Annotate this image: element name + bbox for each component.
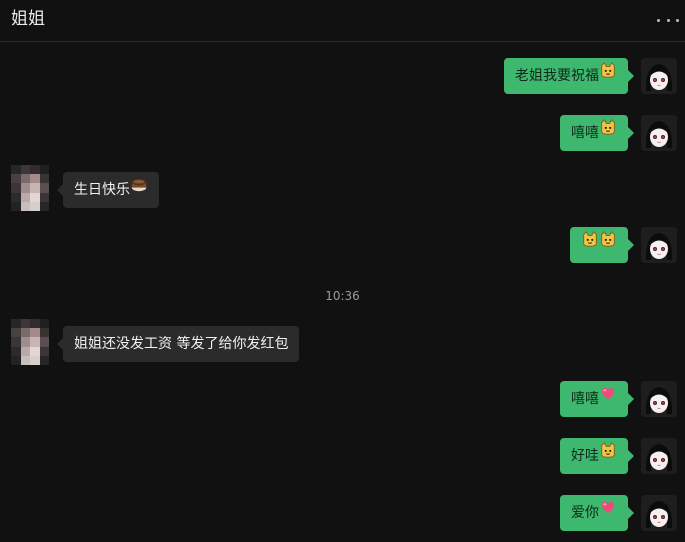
message-text: 生日快乐 bbox=[74, 182, 130, 198]
cat-face-icon bbox=[599, 437, 617, 473]
message-text: 爱你 bbox=[571, 505, 599, 521]
self-avatar[interactable] bbox=[641, 438, 677, 474]
cat-face-icon bbox=[599, 114, 617, 150]
message-timestamp: 10:36 bbox=[325, 289, 360, 303]
message-text: 嘻嘻 bbox=[571, 125, 599, 141]
heart-icon bbox=[599, 494, 617, 530]
more-dots-icon[interactable] bbox=[657, 12, 679, 28]
message-bubble[interactable]: 爱你 bbox=[560, 494, 634, 531]
chat-window: 姐姐 老姐我要祝福 嘻嘻 生日快乐 10:36 姐姐还没发工资 等发了给你发红包… bbox=[0, 0, 685, 542]
message-bubble[interactable]: 嘻嘻 bbox=[560, 114, 634, 151]
cat-face-icon bbox=[599, 57, 617, 93]
message-bubble[interactable]: 姐姐还没发工资 等发了给你发红包 bbox=[56, 326, 300, 362]
message-bubble[interactable] bbox=[570, 226, 634, 263]
message-text: 嘻嘻 bbox=[571, 391, 599, 407]
message-text: 好哇 bbox=[571, 448, 599, 464]
message-bubble[interactable]: 好哇 bbox=[560, 437, 634, 474]
chat-header: 姐姐 bbox=[0, 0, 685, 42]
peer-avatar[interactable] bbox=[11, 165, 49, 211]
message-bubble[interactable]: 老姐我要祝福 bbox=[504, 57, 634, 94]
peer-avatar[interactable] bbox=[11, 319, 49, 365]
self-avatar[interactable] bbox=[641, 58, 677, 94]
message-text: 老姐我要祝福 bbox=[515, 68, 599, 84]
message-text: 姐姐还没发工资 等发了给你发红包 bbox=[74, 336, 289, 352]
cat-face-icon bbox=[581, 226, 599, 262]
cat-face-icon bbox=[599, 226, 617, 262]
self-avatar[interactable] bbox=[641, 227, 677, 263]
heart-icon bbox=[599, 380, 617, 416]
cake-icon bbox=[130, 171, 148, 207]
self-avatar[interactable] bbox=[641, 115, 677, 151]
message-bubble[interactable]: 生日快乐 bbox=[57, 171, 159, 208]
self-avatar[interactable] bbox=[641, 495, 677, 531]
self-avatar[interactable] bbox=[641, 381, 677, 417]
message-bubble[interactable]: 嘻嘻 bbox=[560, 380, 634, 417]
chat-title: 姐姐 bbox=[11, 9, 45, 29]
